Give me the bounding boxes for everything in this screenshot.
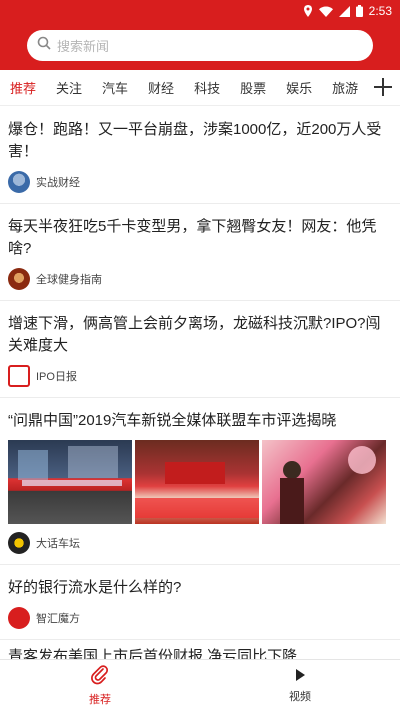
source-avatar xyxy=(8,268,30,290)
app-bar: 搜索新闻 xyxy=(0,22,400,70)
clock-text: 2:53 xyxy=(368,4,392,18)
play-icon xyxy=(293,668,307,685)
location-icon xyxy=(303,5,313,17)
nav-recommend[interactable]: 推荐 xyxy=(0,660,200,711)
news-title: 增速下滑，俩高管上会前夕离场，龙磁科技沉默?IPO?闯关难度大 xyxy=(8,315,381,354)
news-title: 好的银行流水是什么样的? xyxy=(8,579,182,596)
status-bar: 2:53 xyxy=(0,0,400,22)
news-title: 爆仓！跑路！又一平台崩盘，涉案1000亿，近200万人受害！ xyxy=(8,121,382,160)
news-feed: 爆仓！跑路！又一平台崩盘，涉案1000亿，近200万人受害！ 实战财经 每天半夜… xyxy=(0,107,400,659)
news-source: 实战财经 xyxy=(36,177,80,189)
search-icon xyxy=(37,36,51,55)
news-meta: IPO日报 xyxy=(8,365,390,387)
paperclip-icon xyxy=(90,664,110,688)
news-meta: 全球健身指南 xyxy=(8,268,390,290)
news-image xyxy=(8,440,132,524)
tab-travel[interactable]: 旅游 xyxy=(322,78,368,97)
source-avatar xyxy=(8,532,30,554)
battery-icon xyxy=(355,5,363,17)
search-input[interactable]: 搜索新闻 xyxy=(27,30,373,61)
news-source: 大话车坛 xyxy=(36,538,80,550)
bottom-nav: 推荐 视频 xyxy=(0,659,400,711)
news-meta: 大话车坛 xyxy=(8,532,390,554)
news-source: 智汇魔方 xyxy=(36,613,80,625)
news-meta: 实战财经 xyxy=(8,171,390,193)
tab-stocks[interactable]: 股票 xyxy=(230,78,276,97)
ipo-logo-icon xyxy=(8,365,30,387)
news-title: “问鼎中国”2019汽车新锐全媒体联盟车市评选揭晓 xyxy=(8,412,337,429)
news-image xyxy=(262,440,386,524)
news-item[interactable]: 每天半夜狂吃5千卡变型男，拿下翘臀女友！网友：他凭啥? 全球健身指南 xyxy=(0,204,400,301)
news-title: 每天半夜狂吃5千卡变型男，拿下翘臀女友！网友：他凭啥? xyxy=(8,218,377,257)
tab-follow[interactable]: 关注 xyxy=(46,78,92,97)
nav-label: 视频 xyxy=(289,690,311,703)
channel-tabs: 推荐 关注 汽车 财经 科技 股票 娱乐 旅游 养生 xyxy=(0,70,400,106)
news-meta: 智汇魔方 xyxy=(8,607,390,629)
tab-auto[interactable]: 汽车 xyxy=(92,78,138,97)
news-item[interactable]: 增速下滑，俩高管上会前夕离场，龙磁科技沉默?IPO?闯关难度大 IPO日报 xyxy=(0,301,400,398)
tab-recommend[interactable]: 推荐 xyxy=(0,78,46,97)
add-channel-icon[interactable] xyxy=(372,76,394,98)
tab-finance[interactable]: 财经 xyxy=(138,78,184,97)
search-placeholder: 搜索新闻 xyxy=(57,39,110,54)
tab-tech[interactable]: 科技 xyxy=(184,78,230,97)
news-item[interactable]: “问鼎中国”2019汽车新锐全媒体联盟车市评选揭晓 大话车坛 xyxy=(0,398,400,565)
nav-video[interactable]: 视频 xyxy=(200,660,400,711)
news-source: 全球健身指南 xyxy=(36,274,102,286)
tab-entertainment[interactable]: 娱乐 xyxy=(276,78,322,97)
news-item[interactable]: 爆仓！跑路！又一平台崩盘，涉案1000亿，近200万人受害！ 实战财经 xyxy=(0,107,400,204)
news-image xyxy=(135,440,259,524)
wifi-icon xyxy=(318,6,333,17)
source-avatar xyxy=(8,607,30,629)
nav-label: 推荐 xyxy=(89,693,111,706)
source-avatar xyxy=(8,171,30,193)
news-images xyxy=(8,440,390,524)
signal-icon xyxy=(338,5,350,17)
news-source: IPO日报 xyxy=(36,371,77,383)
news-item[interactable]: 好的银行流水是什么样的? 智汇魔方 xyxy=(0,565,400,640)
